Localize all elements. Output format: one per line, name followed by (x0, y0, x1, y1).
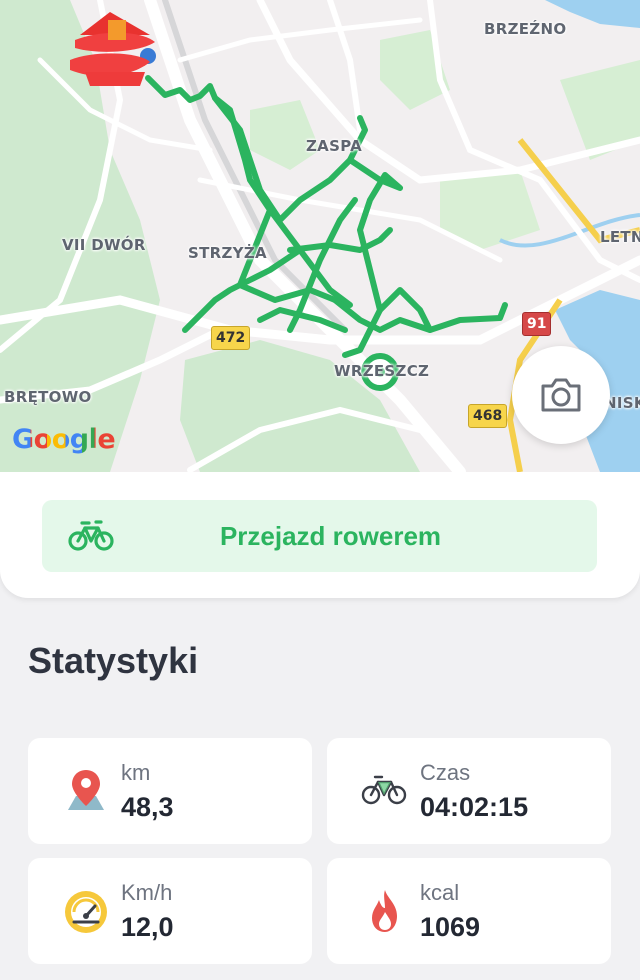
stat-value-distance: 48,3 (121, 792, 174, 822)
stat-card-speed: Km/h 12,0 (28, 858, 312, 964)
stat-value-time: 04:02:15 (420, 792, 529, 822)
place-label-letn: LETN (600, 228, 640, 246)
stat-card-distance: km 48,3 (28, 738, 312, 844)
road-shield-472: 472 (211, 326, 251, 350)
flame-icon (372, 890, 397, 932)
place-label-bretowo: BRĘTOWO (4, 388, 92, 406)
place-label-wrzeszcz: WRZESZCZ (334, 362, 430, 380)
stat-label-speed: Km/h (121, 880, 173, 905)
google-attribution: Google (12, 424, 116, 455)
bike-icon (361, 775, 407, 805)
activity-type-button[interactable]: Przejazd rowerem (42, 500, 597, 572)
camera-icon (541, 378, 581, 412)
road-shield-468: 468 (468, 404, 508, 428)
stats-title: Statystyki (28, 640, 199, 681)
stat-label-time: Czas (420, 760, 471, 785)
route-card: BRZEŹNO ZASPA VII DWÓR STRZYŻA LETN BRĘT… (0, 0, 640, 598)
stat-value-speed: 12,0 (121, 912, 174, 942)
stat-label-distance: km (121, 760, 151, 785)
road-shield-91: 91 (522, 312, 552, 336)
speedometer-icon (65, 891, 107, 933)
stat-card-calories: kcal 1069 (327, 858, 611, 964)
activity-type-label: Przejazd rowerem (219, 521, 442, 551)
camera-button[interactable] (512, 346, 610, 444)
place-label-vii-dwor: VII DWÓR (62, 236, 146, 254)
route-map[interactable]: BRZEŹNO ZASPA VII DWÓR STRZYŻA LETN BRĘT… (0, 0, 640, 472)
google-logo-text: Google (12, 424, 116, 455)
place-label-brzezno: BRZEŹNO (484, 20, 567, 38)
stat-card-time: Czas 04:02:15 (327, 738, 611, 844)
stat-value-calories: 1069 (420, 912, 481, 942)
place-label-strzyza: STRZYŻA (188, 244, 267, 262)
place-label-zaspa: ZASPA (306, 137, 363, 155)
stat-label-calories: kcal (420, 880, 460, 905)
map-pin-icon (68, 770, 104, 810)
